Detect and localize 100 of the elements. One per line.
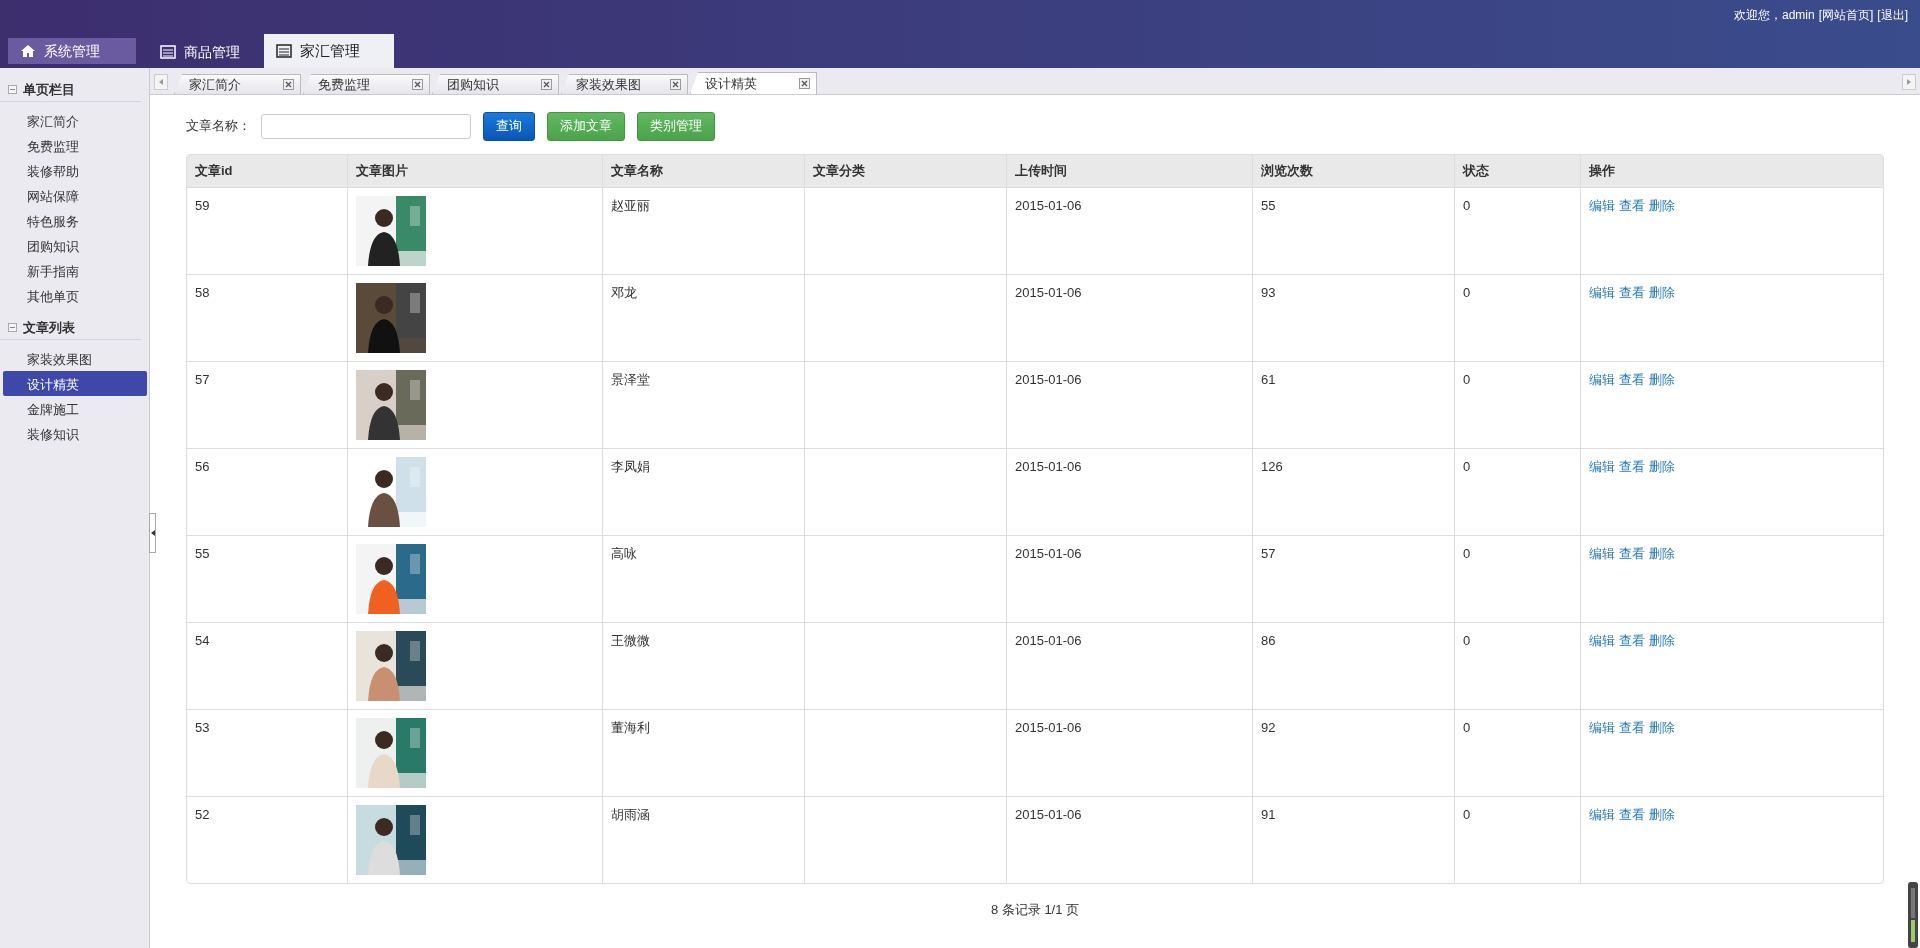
table-cell: 57 — [187, 362, 348, 449]
table-cell: 李凤娟 — [603, 449, 805, 536]
action-link[interactable]: 删除 — [1649, 285, 1675, 300]
action-link[interactable]: 删除 — [1649, 459, 1675, 474]
action-link[interactable]: 删除 — [1649, 633, 1675, 648]
nav-tab[interactable]: 系统管理 — [8, 38, 136, 64]
sidebar-item[interactable]: 装修帮助 — [3, 158, 147, 183]
table-cell: 55 — [1253, 188, 1455, 275]
sidebar-item[interactable]: 团购知识 — [3, 233, 147, 258]
table-cell: 58 — [187, 275, 348, 362]
nav-tab[interactable]: 商品管理 — [148, 36, 252, 68]
table-cell: 92 — [1253, 710, 1455, 797]
table-cell: 55 — [187, 536, 348, 623]
action-link[interactable]: 编辑 — [1589, 372, 1615, 387]
column-header: 文章分类 — [805, 155, 1007, 188]
search-label: 文章名称： — [186, 117, 251, 136]
action-link[interactable]: 删除 — [1649, 546, 1675, 561]
action-link[interactable]: 删除 — [1649, 372, 1675, 387]
list-icon — [276, 44, 292, 58]
close-icon[interactable] — [412, 79, 423, 90]
collapse-handle[interactable] — [149, 513, 156, 553]
tab-label: 设计精英 — [705, 74, 757, 93]
collapse-icon[interactable] — [8, 323, 17, 332]
table-cell: 0 — [1455, 449, 1581, 536]
page-tab[interactable]: 家汇简介 — [174, 74, 301, 94]
scroll-left-button[interactable] — [154, 74, 168, 90]
page-tab[interactable]: 免费监理 — [303, 74, 430, 94]
table-cell: 0 — [1455, 797, 1581, 883]
column-header: 状态 — [1455, 155, 1581, 188]
page-tab[interactable]: 家装效果图 — [561, 74, 688, 94]
table-cell: 56 — [187, 449, 348, 536]
column-header: 操作 — [1581, 155, 1883, 188]
arrow-icon — [159, 79, 163, 85]
tab-label: 家装效果图 — [576, 75, 641, 94]
action-link[interactable]: 编辑 — [1589, 633, 1615, 648]
action-link[interactable]: 查看 — [1619, 285, 1645, 300]
close-icon[interactable] — [799, 78, 810, 89]
sidebar-item[interactable]: 免费监理 — [3, 133, 147, 158]
action-link[interactable]: 编辑 — [1589, 459, 1615, 474]
action-link[interactable]: 编辑 — [1589, 720, 1615, 735]
action-button[interactable]: 查询 — [483, 111, 535, 141]
sidebar-item[interactable]: 家汇简介 — [3, 108, 147, 133]
table-cell: 0 — [1455, 536, 1581, 623]
table-cell: 93 — [1253, 275, 1455, 362]
table-cell: 景泽堂 — [603, 362, 805, 449]
close-icon[interactable] — [670, 79, 681, 90]
sidebar-item[interactable]: 新手指南 — [3, 258, 147, 283]
sidebar-item[interactable]: 特色服务 — [3, 208, 147, 233]
nav-tab[interactable]: 家汇管理 — [264, 34, 394, 68]
action-link[interactable]: 查看 — [1619, 546, 1645, 561]
header-link[interactable]: [退出] — [1877, 6, 1908, 24]
page-tab[interactable]: 团购知识 — [432, 74, 559, 94]
table-cell: 126 — [1253, 449, 1455, 536]
page-tab[interactable]: 设计精英 — [690, 72, 817, 94]
action-link[interactable]: 删除 — [1649, 198, 1675, 213]
sidebar-item[interactable]: 网站保障 — [3, 183, 147, 208]
table-cell: 57 — [1253, 536, 1455, 623]
action-link[interactable]: 查看 — [1619, 807, 1645, 822]
table-cell: 高咏 — [603, 536, 805, 623]
action-button[interactable]: 类别管理 — [637, 111, 715, 141]
table-cell: 2015-01-06 — [1007, 536, 1253, 623]
action-link[interactable]: 查看 — [1619, 720, 1645, 735]
scroll-right-button[interactable] — [1902, 74, 1916, 90]
table-cell: 0 — [1455, 188, 1581, 275]
table-cell: 0 — [1455, 623, 1581, 710]
table-cell: 胡雨涵 — [603, 797, 805, 883]
sidebar-item[interactable]: 装修知识 — [3, 421, 147, 446]
action-link[interactable]: 编辑 — [1589, 198, 1615, 213]
sidebar-item[interactable]: 设计精英 — [3, 371, 147, 396]
action-link[interactable]: 编辑 — [1589, 546, 1615, 561]
close-icon[interactable] — [283, 79, 294, 90]
action-link[interactable]: 删除 — [1649, 720, 1675, 735]
search-field[interactable] — [261, 113, 471, 139]
column-header: 浏览次数 — [1253, 155, 1455, 188]
arrow-icon — [1907, 79, 1911, 85]
sidebar-item[interactable]: 其他单页 — [3, 283, 147, 308]
header-link[interactable]: [网站首页] — [1818, 6, 1874, 24]
table-cell: 0 — [1455, 362, 1581, 449]
table-cell: 91 — [1253, 797, 1455, 883]
action-link[interactable]: 查看 — [1619, 633, 1645, 648]
table-cell: 54 — [187, 623, 348, 710]
table-cell: 86 — [1253, 623, 1455, 710]
action-link[interactable]: 查看 — [1619, 459, 1645, 474]
table-cell: 61 — [1253, 362, 1455, 449]
group-title: 文章列表 — [23, 318, 75, 337]
action-link[interactable]: 编辑 — [1589, 807, 1615, 822]
table-cell: 董海利 — [603, 710, 805, 797]
sidebar-item[interactable]: 金牌施工 — [3, 396, 147, 421]
action-button[interactable]: 添加文章 — [547, 111, 625, 141]
action-link[interactable]: 查看 — [1619, 198, 1645, 213]
tab-label: 家汇简介 — [189, 75, 241, 94]
table-cell: 2015-01-06 — [1007, 623, 1253, 710]
close-icon[interactable] — [541, 79, 552, 90]
list-icon — [160, 45, 176, 59]
collapse-icon[interactable] — [8, 85, 17, 94]
sidebar-item[interactable]: 家装效果图 — [3, 346, 147, 371]
action-link[interactable]: 查看 — [1619, 372, 1645, 387]
welcome-text: 欢迎您，admin — [1733, 7, 1815, 24]
action-link[interactable]: 编辑 — [1589, 285, 1615, 300]
action-link[interactable]: 删除 — [1649, 807, 1675, 822]
